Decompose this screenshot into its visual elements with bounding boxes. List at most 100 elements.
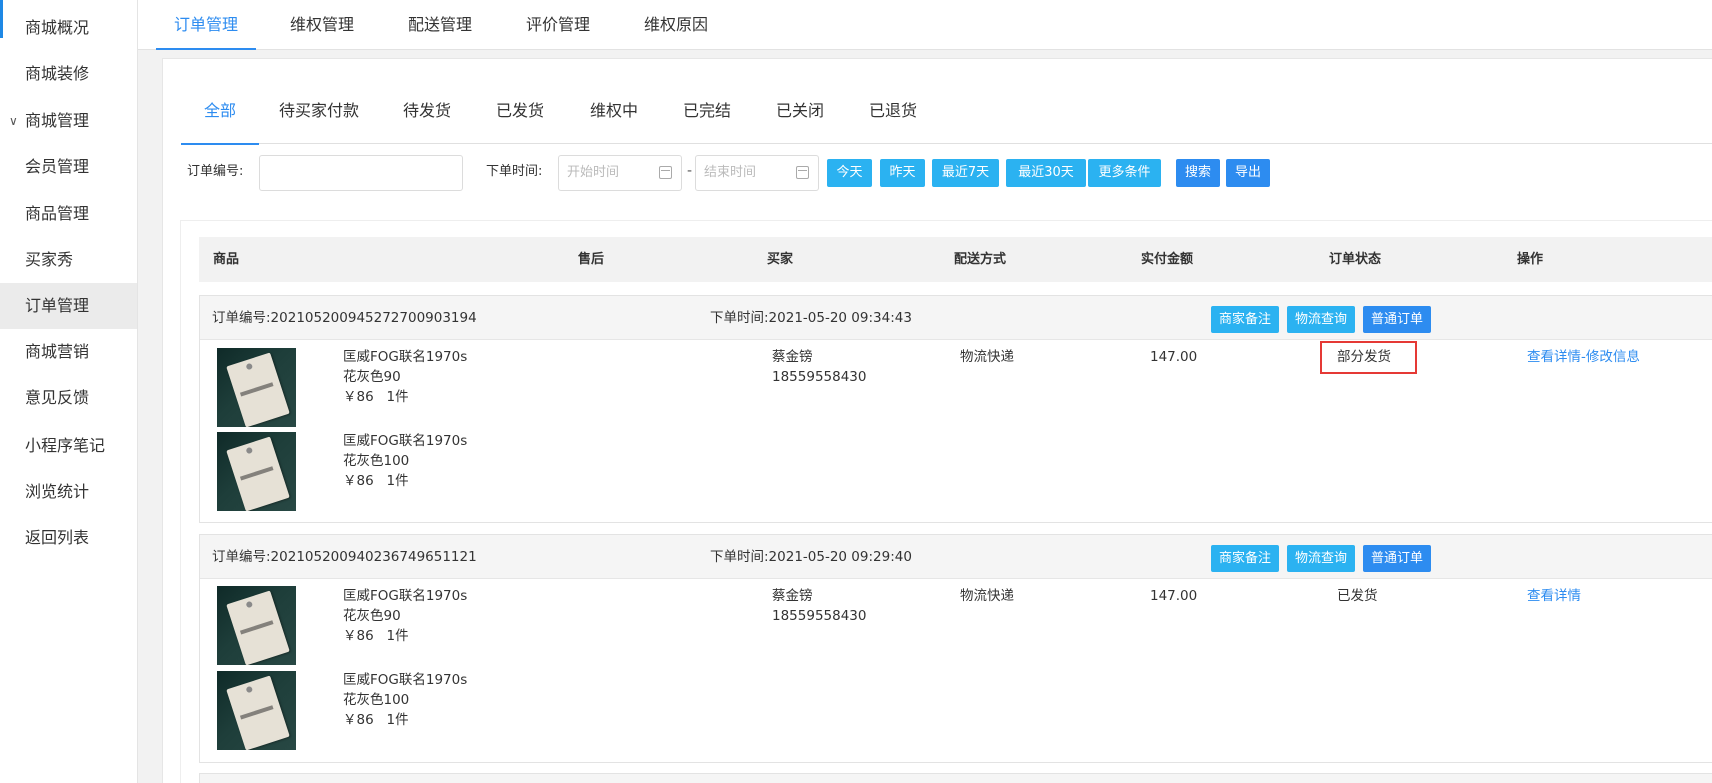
product-price: ￥86 1件 — [343, 389, 409, 405]
order-no-input[interactable] — [259, 155, 463, 191]
product-price: ￥86 1件 — [343, 628, 409, 644]
order-actions: 查看详情-修改信息 — [1527, 347, 1640, 367]
order-actions: 查看详情 — [1527, 586, 1581, 606]
start-date-picker[interactable]: 开始时间 — [558, 155, 682, 191]
logistics-query-button[interactable]: 物流查询 — [1287, 306, 1356, 333]
sidebar-item-buyer-show[interactable]: 买家秀 — [0, 237, 137, 283]
product-price: ￥86 1件 — [343, 712, 409, 728]
sidebar-item-mini-program-notes[interactable]: 小程序笔记 — [0, 423, 137, 469]
top-tab-bar: 订单管理 维权管理 配送管理 评价管理 维权原因 — [138, 0, 1712, 50]
order-status: 已发货 — [1337, 588, 1378, 604]
column-actions: 操作 — [1517, 252, 1544, 267]
more-filters-button[interactable]: 更多条件 — [1088, 159, 1161, 187]
product-name: 匡威FOG联名1970s — [343, 588, 468, 604]
delivery-method: 物流快递 — [960, 588, 1014, 604]
product-thumbnail[interactable] — [217, 671, 296, 750]
today-button[interactable]: 今天 — [827, 159, 872, 187]
sidebar-item-label: 买家秀 — [25, 250, 74, 269]
sidebar-item-decoration[interactable]: 商城装修 — [0, 51, 137, 97]
product-spec: 花灰色90 — [343, 608, 401, 624]
order-type-badge[interactable]: 普通订单 — [1363, 545, 1432, 572]
sidebar-item-label: 订单管理 — [25, 296, 90, 315]
buyer-info: 蔡金镑 18559558430 — [772, 347, 866, 387]
edit-info-link[interactable]: -修改信息 — [1581, 349, 1640, 365]
sidebar-item-label: 会员管理 — [25, 157, 90, 176]
product-spec: 花灰色100 — [343, 692, 410, 708]
merchant-note-button[interactable]: 商家备注 — [1211, 306, 1280, 333]
table-header: 商品 售后 买家 配送方式 实付金额 订单状态 操作 — [199, 237, 1712, 282]
sidebar-item-label: 小程序笔记 — [25, 436, 106, 455]
sidebar-item-marketing[interactable]: 商城营销 — [0, 329, 137, 375]
product-info: 匡威FOG联名1970s 花灰色90 ￥86 1件 — [343, 586, 467, 646]
buyer-name: 蔡金镑 — [772, 349, 813, 365]
order-card: 订单编号:202105200945272700903194 下单时间:2021-… — [199, 295, 1712, 523]
tab-shipped[interactable]: 已发货 — [496, 59, 544, 144]
next-order-card-edge — [199, 773, 1712, 783]
buyer-phone: 18559558430 — [772, 608, 867, 624]
product-info: 匡威FOG联名1970s 花灰色90 ￥86 1件 — [343, 347, 467, 407]
tab-rights-management[interactable]: 维权管理 — [290, 0, 354, 50]
yesterday-button[interactable]: 昨天 — [880, 159, 925, 187]
paid-amount: 147.00 — [1150, 588, 1198, 604]
tab-completed[interactable]: 已完结 — [683, 59, 731, 144]
tab-delivery-management[interactable]: 配送管理 — [408, 0, 472, 50]
tab-returned[interactable]: 已退货 — [869, 59, 917, 144]
sidebar-item-back-to-list[interactable]: 返回列表 — [0, 515, 137, 561]
view-details-link[interactable]: 查看详情 — [1527, 349, 1581, 365]
export-button[interactable]: 导出 — [1226, 159, 1270, 187]
sidebar-item-label: 浏览统计 — [25, 482, 90, 501]
start-date-placeholder: 开始时间 — [567, 165, 620, 180]
sidebar-item-products[interactable]: 商品管理 — [0, 191, 137, 237]
sidebar-item-browse-stats[interactable]: 浏览统计 — [0, 469, 137, 515]
sidebar-item-mall-management[interactable]: ∨ 商城管理 — [0, 98, 137, 144]
product-spec: 花灰色100 — [343, 453, 410, 469]
tab-in-dispute[interactable]: 维权中 — [590, 59, 638, 144]
order-header: 订单编号:202105200945272700903194 下单时间:2021-… — [200, 296, 1712, 340]
order-number: 订单编号:202105200940236749651121 — [212, 549, 477, 565]
view-details-link[interactable]: 查看详情 — [1527, 588, 1581, 604]
merchant-note-button[interactable]: 商家备注 — [1211, 545, 1280, 572]
product-info: 匡威FOG联名1970s 花灰色100 ￥86 1件 — [343, 670, 467, 730]
logistics-query-button[interactable]: 物流查询 — [1287, 545, 1356, 572]
tab-order-management[interactable]: 订单管理 — [155, 0, 257, 50]
last-7-days-button[interactable]: 最近7天 — [932, 159, 999, 187]
search-button[interactable]: 搜索 — [1176, 159, 1220, 187]
order-header: 订单编号:202105200940236749651121 下单时间:2021-… — [200, 535, 1712, 579]
order-type-badge[interactable]: 普通订单 — [1363, 306, 1432, 333]
tab-closed[interactable]: 已关闭 — [776, 59, 824, 144]
sidebar-item-label: 商城装修 — [25, 64, 90, 83]
date-range-separator: - — [687, 163, 693, 179]
product-thumbnail[interactable] — [217, 432, 296, 511]
buyer-info: 蔡金镑 18559558430 — [772, 586, 866, 626]
order-number: 订单编号:202105200945272700903194 — [212, 310, 477, 326]
end-date-picker[interactable]: 结束时间 — [695, 155, 819, 191]
sidebar-item-label: 返回列表 — [25, 528, 90, 547]
column-status: 订单状态 — [1329, 252, 1382, 267]
tab-awaiting-shipment[interactable]: 待发货 — [403, 59, 451, 144]
sidebar-item-label: 商品管理 — [25, 204, 90, 223]
order-status: 部分发货 — [1337, 349, 1391, 365]
product-thumbnail[interactable] — [217, 348, 296, 427]
sidebar-item-members[interactable]: 会员管理 — [0, 144, 137, 190]
last-30-days-button[interactable]: 最近30天 — [1006, 159, 1086, 187]
product-name: 匡威FOG联名1970s — [343, 349, 468, 365]
calendar-icon — [659, 166, 672, 179]
tab-review-management[interactable]: 评价管理 — [526, 0, 590, 50]
product-thumbnail[interactable] — [217, 586, 296, 665]
product-info: 匡威FOG联名1970s 花灰色100 ￥86 1件 — [343, 431, 467, 491]
sidebar-item-overview[interactable]: 商城概况 — [0, 5, 137, 51]
sidebar-item-orders[interactable]: 订单管理 — [0, 283, 137, 329]
column-buyer: 买家 — [767, 252, 794, 267]
status-tab-bar: 全部 待买家付款 待发货 已发货 维权中 已完结 已关闭 已退货 — [180, 59, 1712, 145]
column-delivery: 配送方式 — [954, 252, 1007, 267]
sidebar-item-label: 商城概况 — [25, 18, 90, 37]
column-amount: 实付金额 — [1141, 252, 1194, 267]
chevron-down-icon: ∨ — [9, 114, 18, 128]
sidebar-item-feedback[interactable]: 意见反馈 — [0, 375, 137, 421]
sidebar-item-label: 商城管理 — [25, 111, 90, 130]
tab-rights-reasons[interactable]: 维权原因 — [644, 0, 708, 50]
tab-all[interactable]: 全部 — [180, 59, 260, 145]
order-time: 下单时间:2021-05-20 09:34:43 — [710, 310, 912, 326]
tab-awaiting-payment[interactable]: 待买家付款 — [279, 59, 359, 144]
order-time-label: 下单时间: — [486, 164, 543, 179]
